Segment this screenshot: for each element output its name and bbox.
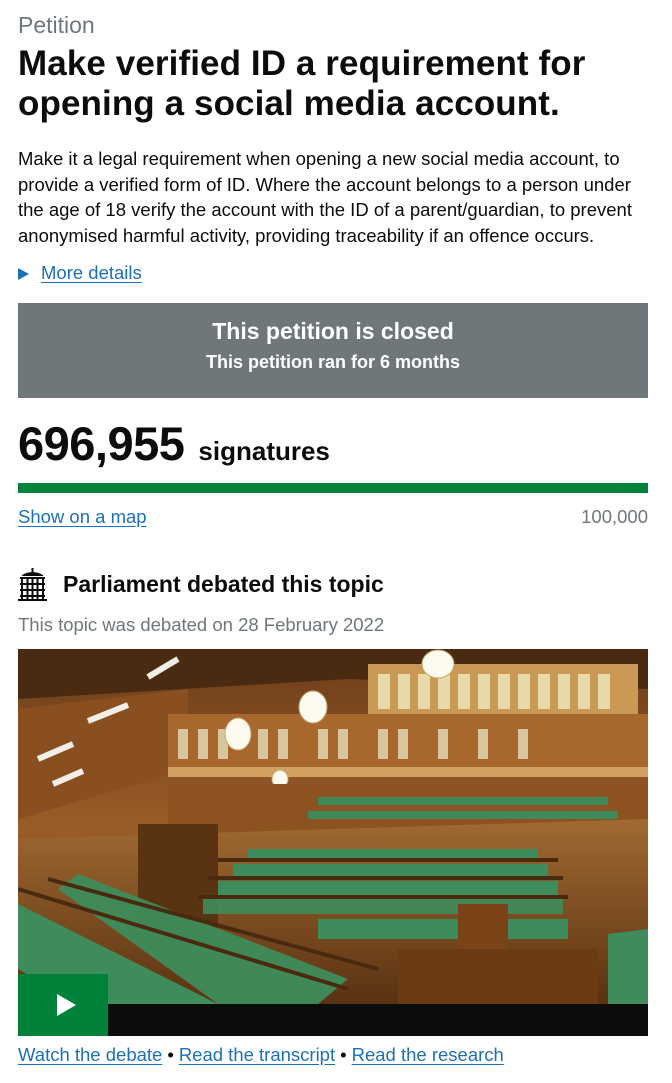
signature-progress-fill — [18, 483, 648, 493]
more-details-link[interactable]: More details — [41, 262, 142, 284]
debate-date: This topic was debated on 28 February 20… — [18, 614, 385, 635]
signature-number: 696,955 — [18, 417, 185, 470]
link-separator: • — [340, 1044, 347, 1065]
video-control-bar — [18, 1004, 648, 1036]
status-heading: This petition is closed — [212, 318, 454, 344]
debate-links: Watch the debate • Read the transcript • Rea… — [18, 1044, 504, 1066]
debate-heading: Parliament debated this topic — [63, 571, 384, 597]
house-of-commons-chamber-image — [18, 649, 648, 1004]
signature-label: signatures — [198, 436, 330, 466]
signature-count: 696,955 signatures — [18, 416, 330, 471]
debate-video-player[interactable] — [18, 649, 648, 1036]
watch-debate-link[interactable]: Watch the debate — [18, 1044, 162, 1065]
read-transcript-link[interactable]: Read the transcript — [179, 1044, 335, 1065]
signature-threshold: 100,000 — [581, 506, 648, 527]
petition-summary: Make it a legal requirement when opening… — [18, 148, 632, 246]
status-subheading: This petition ran for 6 months — [205, 352, 460, 372]
play-icon — [56, 994, 76, 1016]
play-button[interactable] — [18, 974, 108, 1036]
portcullis-icon — [18, 568, 47, 601]
disclosure-triangle-icon — [18, 268, 29, 280]
read-research-link[interactable]: Read the research — [352, 1044, 504, 1065]
signature-progress-bar — [18, 483, 648, 493]
page-eyebrow: Petition — [18, 12, 95, 38]
more-details-toggle[interactable]: More details — [18, 262, 142, 284]
show-on-map-link[interactable]: Show on a map — [18, 506, 147, 528]
page-title: Make verified ID a requirement for openi… — [18, 44, 586, 123]
link-separator: • — [167, 1044, 174, 1065]
petition-status-banner: This petition is closed This petition ra… — [18, 303, 648, 398]
debate-heading-row: Parliament debated this topic — [18, 568, 384, 601]
